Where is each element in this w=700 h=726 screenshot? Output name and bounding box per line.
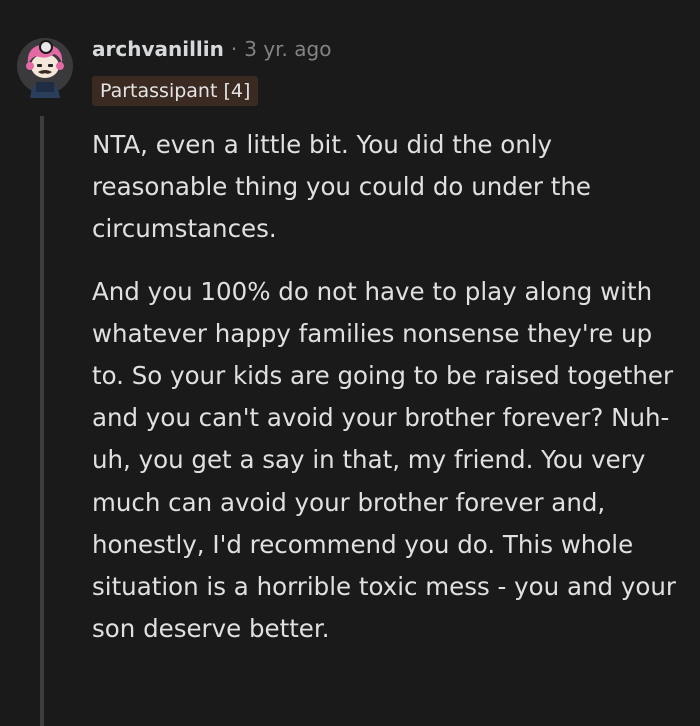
user-flair: Partassipant [4] (92, 76, 259, 106)
author-name[interactable]: archvanillin (92, 37, 224, 61)
comment-paragraph: NTA, even a little bit. You did the only… (92, 130, 591, 244)
comment: archvanillin · 3 yr. ago Partassipant [4… (0, 0, 700, 726)
thread-line[interactable] (40, 116, 44, 726)
snoo-avatar-icon (17, 38, 73, 98)
comment-age: 3 yr. ago (244, 37, 332, 61)
comment-meta: archvanillin · 3 yr. ago (92, 34, 331, 64)
meta-separator: · (230, 37, 238, 61)
online-status-dot (39, 40, 53, 54)
comment-paragraph: And you 100% do not have to play along w… (92, 276, 676, 644)
avatar[interactable] (14, 26, 76, 98)
comment-body: NTA, even a little bit. You did the only… (92, 124, 684, 670)
